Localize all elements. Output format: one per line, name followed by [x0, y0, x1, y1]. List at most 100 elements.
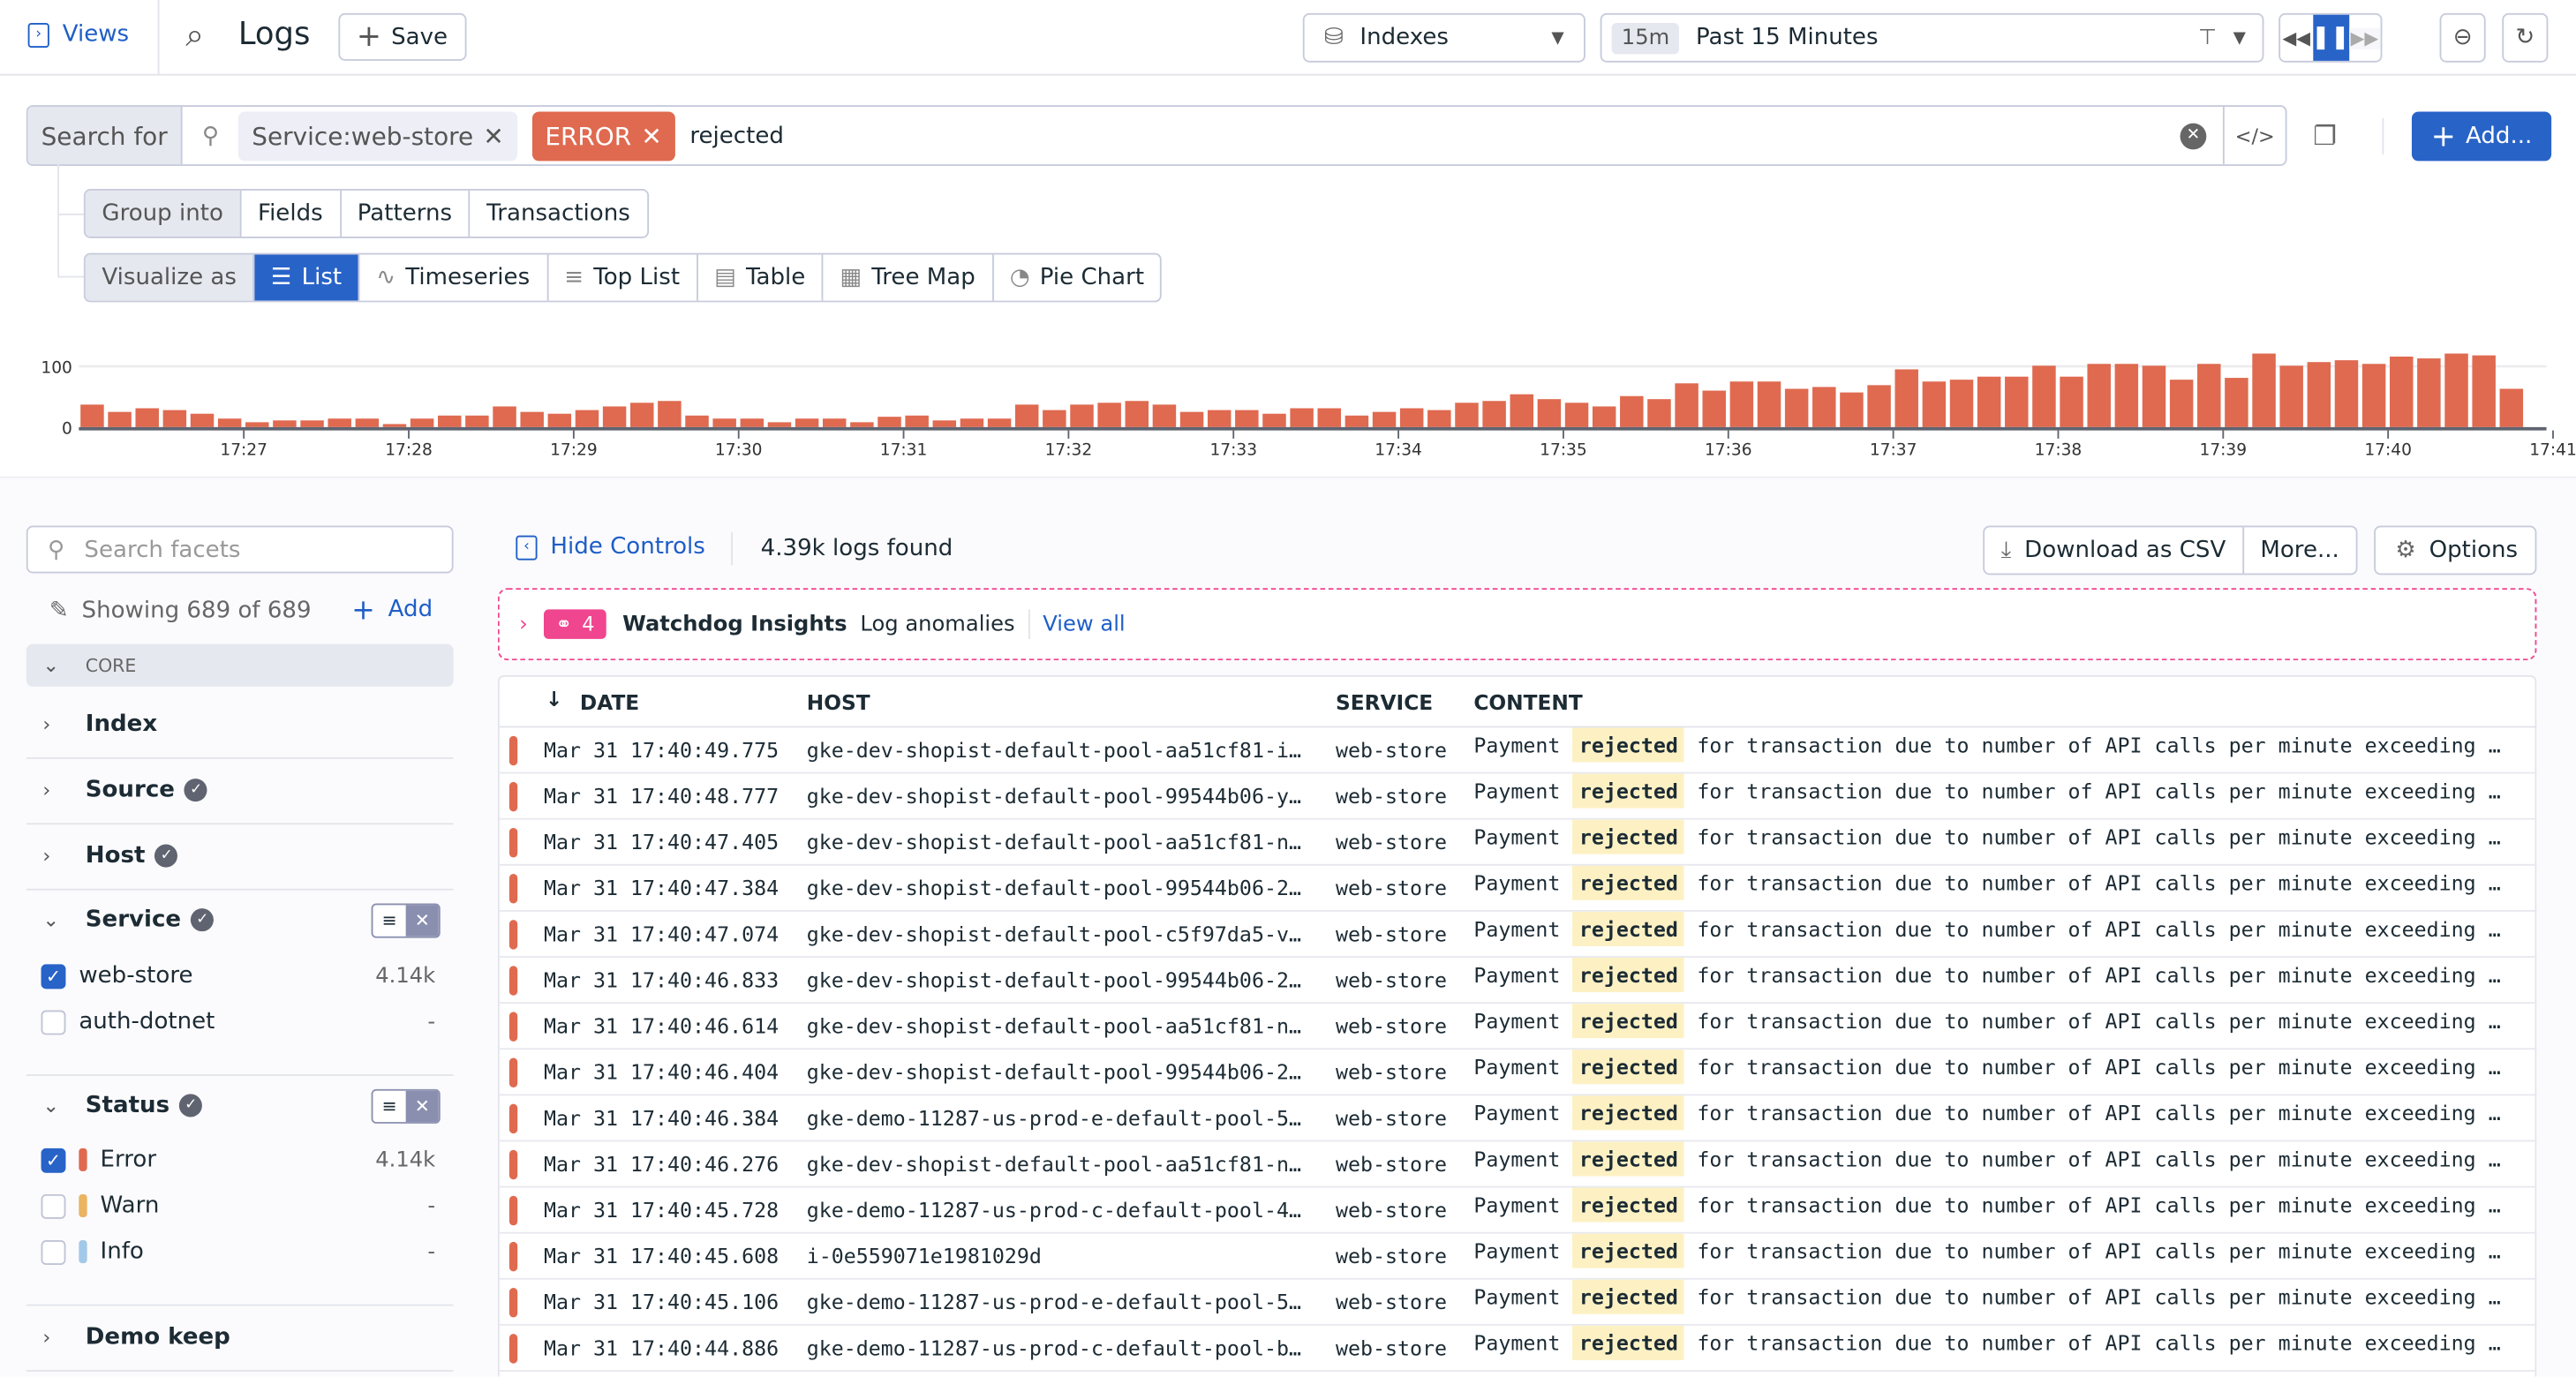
histogram-bar[interactable]	[2169, 380, 2194, 427]
facet-demo-keep[interactable]: › Demo keep	[26, 1324, 454, 1351]
clear-search-icon[interactable]: ✕	[2180, 122, 2207, 149]
checkbox[interactable]	[41, 1193, 66, 1218]
core-section-header[interactable]: ⌄ CORE	[26, 643, 454, 687]
time-picker[interactable]: 15m Past 15 Minutes ⊤ ▼	[1600, 12, 2264, 63]
column-service[interactable]: SERVICE	[1336, 690, 1433, 715]
histogram-bar[interactable]	[905, 415, 929, 427]
histogram-bar[interactable]	[245, 422, 269, 427]
histogram-bar[interactable]	[1812, 387, 1836, 427]
pause-icon[interactable]: ❚❚	[2311, 14, 2350, 61]
table-row[interactable]: Mar 31 17:40:46.384 gke-demo-11287-us-pr…	[499, 1095, 2537, 1142]
table-row[interactable]: Mar 31 17:40:47.384 gke-dev-shopist-defa…	[499, 865, 2537, 912]
histogram-bar[interactable]	[1482, 401, 1506, 427]
histogram-bar[interactable]	[1125, 401, 1149, 427]
histogram-bar[interactable]	[2197, 364, 2221, 427]
forward-icon[interactable]: ▶▶	[2348, 26, 2381, 49]
histogram-bar[interactable]	[1344, 415, 1369, 427]
histogram-bar[interactable]	[273, 420, 297, 427]
histogram-bar[interactable]	[2252, 353, 2276, 427]
pencil-icon[interactable]: ✎	[49, 598, 69, 624]
checkbox[interactable]	[41, 1239, 66, 1265]
table-row[interactable]: Mar 31 17:40:47.405 gke-dev-shopist-defa…	[499, 819, 2537, 866]
add-facet-button[interactable]: + Add	[351, 597, 433, 626]
histogram-bar[interactable]	[602, 406, 627, 427]
histogram-bar[interactable]	[2060, 376, 2083, 427]
filter-icon[interactable]: ≡	[373, 1090, 406, 1123]
column-date[interactable]: DATE	[580, 690, 639, 715]
histogram-bar[interactable]	[135, 408, 159, 427]
histogram-bar[interactable]	[740, 418, 765, 427]
histogram-bar[interactable]	[1867, 385, 1891, 427]
facet-source[interactable]: › Source ✓	[26, 777, 454, 803]
options-button[interactable]: ⚙ Options	[2374, 525, 2537, 576]
table-row[interactable]: Mar 31 17:40:46.404 gke-dev-shopist-defa…	[499, 1050, 2537, 1096]
viz-top-list[interactable]: ≡ Top List	[546, 254, 697, 301]
indexes-dropdown[interactable]: ⛁ Indexes ▼	[1302, 12, 1586, 63]
facet-value-auth-dotnet[interactable]: auth-dotnet -	[41, 1009, 436, 1035]
histogram-bar[interactable]	[1757, 381, 1781, 427]
filter-pill-service[interactable]: Service:web-store ✕	[238, 110, 517, 161]
histogram-bar[interactable]	[2472, 355, 2496, 427]
search-bar[interactable]: Search for ⚲ Service:web-store ✕ ERROR ✕ r…	[26, 105, 2287, 166]
histogram-bar[interactable]	[1675, 383, 1699, 427]
histogram-bar[interactable]	[795, 418, 819, 427]
checkbox[interactable]	[41, 1009, 66, 1035]
histogram-bar[interactable]	[767, 422, 792, 427]
close-icon[interactable]: ✕	[483, 121, 503, 150]
histogram-bar[interactable]	[328, 418, 351, 427]
facet-value-web-store[interactable]: ✓ web-store 4.14k	[41, 963, 436, 989]
table-row[interactable]: Mar 31 17:40:45.106 gke-demo-11287-us-pr…	[499, 1279, 2537, 1326]
sort-desc-icon[interactable]: ↓	[546, 687, 563, 711]
histogram-bar[interactable]	[1620, 395, 1644, 427]
histogram-bar[interactable]	[1290, 408, 1314, 427]
save-button[interactable]: + Save	[338, 12, 467, 61]
table-row[interactable]: Mar 31 17:40:46.276 gke-dev-shopist-defa…	[499, 1141, 2537, 1188]
checkbox-checked[interactable]: ✓	[41, 963, 66, 989]
histogram-bar[interactable]	[1894, 369, 1918, 427]
viz-timeseries[interactable]: ∿ Timeseries	[358, 254, 546, 301]
histogram-bar[interactable]	[712, 418, 736, 427]
zoom-out-button[interactable]: ⊖	[2439, 12, 2486, 63]
histogram-bar[interactable]	[1179, 411, 1204, 427]
log-histogram[interactable]: 0 100 17:27 17:28 17:29 17:30 17:31 17:32 17:33 1…	[0, 320, 2576, 477]
histogram-bar[interactable]	[2444, 353, 2468, 427]
histogram-bar[interactable]	[217, 418, 242, 427]
view-all-link[interactable]: View all	[1043, 612, 1125, 636]
group-transactions[interactable]: Transactions	[468, 190, 647, 237]
histogram-bar[interactable]	[1014, 404, 1039, 427]
histogram-bar[interactable]	[1427, 410, 1451, 427]
facet-value-warn[interactable]: Warn -	[41, 1193, 436, 1219]
histogram-bar[interactable]	[2032, 365, 2056, 427]
histogram-bar[interactable]	[1949, 380, 1974, 427]
histogram-bar[interactable]	[1647, 399, 1671, 427]
histogram-bar[interactable]	[1729, 381, 1754, 427]
table-row[interactable]: Mar 31 17:40:44.886 gke-demo-11287-us-pr…	[499, 1325, 2537, 1372]
histogram-bar[interactable]	[2114, 364, 2139, 427]
histogram-bar[interactable]	[162, 410, 187, 427]
histogram-bar[interactable]	[1592, 406, 1616, 427]
histogram-bar[interactable]	[1043, 410, 1066, 427]
histogram-bar[interactable]	[1537, 399, 1562, 427]
histogram-bar[interactable]	[547, 413, 572, 427]
histogram-bar[interactable]	[300, 420, 324, 427]
close-icon[interactable]: ✕	[641, 121, 661, 150]
histogram-bar[interactable]	[932, 420, 957, 427]
histogram-bar[interactable]	[1235, 410, 1259, 427]
table-row[interactable]: Mar 31 17:40:45.728 gke-demo-11287-us-pr…	[499, 1187, 2537, 1234]
histogram-bar[interactable]	[438, 415, 462, 427]
histogram-bar[interactable]	[1070, 404, 1094, 427]
histogram-bar[interactable]	[1922, 381, 1947, 427]
viz-table[interactable]: ▤ Table	[696, 254, 822, 301]
facet-value-error[interactable]: ✓ Error 4.14k	[41, 1147, 436, 1173]
histogram-bar[interactable]	[1097, 403, 1121, 427]
viz-list[interactable]: ☰ List	[252, 254, 358, 301]
histogram-bar[interactable]	[2361, 364, 2386, 427]
facet-value-info[interactable]: Info -	[41, 1238, 436, 1265]
histogram-bar[interactable]	[822, 418, 847, 427]
chevron-right-icon[interactable]: ›	[519, 612, 528, 636]
table-row[interactable]: Mar 31 17:40:49.775 gke-dev-shopist-defa…	[499, 727, 2537, 774]
histogram-bar[interactable]	[877, 417, 901, 427]
histogram-bar[interactable]	[1317, 408, 1342, 427]
copy-icon[interactable]: ❐	[2313, 120, 2337, 151]
histogram-bar[interactable]	[1510, 394, 1533, 427]
